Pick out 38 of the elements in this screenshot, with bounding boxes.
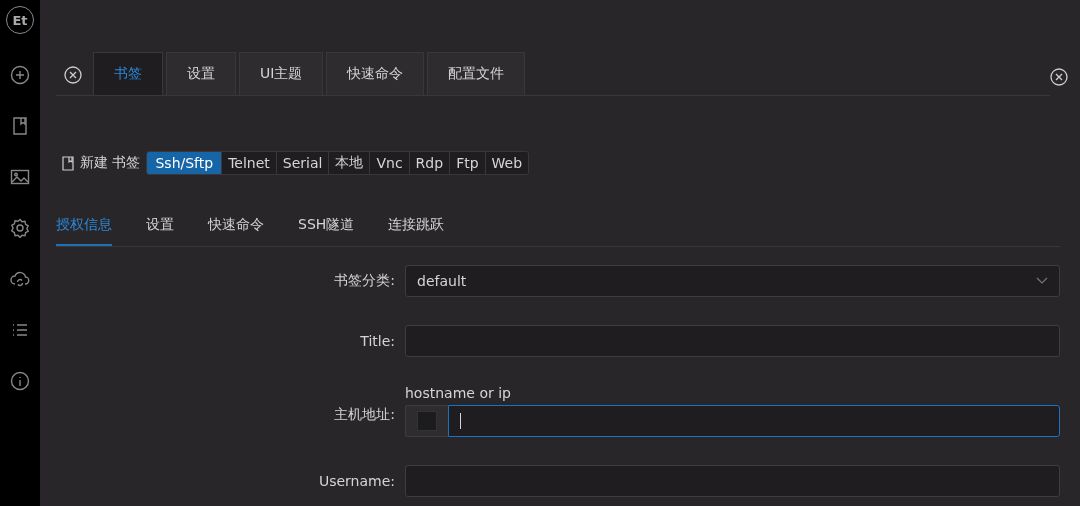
sub-tab[interactable]: SSH隧道 — [298, 205, 355, 246]
type-button[interactable]: Ssh/Sftp — [147, 152, 222, 174]
sub-tab[interactable]: 授权信息 — [56, 205, 112, 246]
field-label: Username: — [317, 473, 396, 489]
add-icon[interactable] — [10, 65, 30, 85]
sub-tab[interactable]: 设置 — [146, 205, 174, 246]
input-field[interactable] — [405, 465, 1060, 497]
input-field[interactable] — [448, 405, 1060, 437]
type-button[interactable]: Serial — [275, 152, 329, 174]
type-button[interactable]: Web — [484, 152, 529, 174]
sub-tab[interactable]: 快速命令 — [208, 205, 264, 246]
input-field[interactable] — [405, 325, 1060, 357]
cloud-sync-icon[interactable] — [10, 269, 30, 289]
type-button[interactable]: Ftp — [449, 152, 485, 174]
close-icon[interactable] — [64, 66, 82, 84]
category-select[interactable]: default — [405, 265, 1060, 297]
settings-icon[interactable] — [10, 218, 30, 238]
chevron-down-icon — [1036, 277, 1048, 285]
image-icon[interactable] — [10, 167, 30, 187]
tab[interactable]: UI主题 — [239, 52, 324, 95]
tab[interactable]: 书签 — [93, 52, 163, 95]
info-icon[interactable] — [10, 371, 30, 391]
field-label: 书签分类: — [333, 272, 396, 290]
field-label: 主机地址: — [333, 405, 396, 424]
bookmark-icon[interactable] — [10, 116, 30, 136]
tab[interactable]: 配置文件 — [427, 52, 526, 95]
type-button[interactable]: 本地 — [328, 152, 370, 174]
type-button[interactable]: Vnc — [369, 152, 409, 174]
bookmark-icon — [62, 155, 74, 171]
field-label: Title: — [359, 333, 396, 349]
type-button[interactable]: Telnet — [221, 152, 276, 174]
type-button[interactable]: Rdp — [408, 152, 450, 174]
hint-text: hostname or ip — [405, 385, 512, 401]
new-bookmark-label: 新建 书签 — [80, 154, 141, 172]
tab[interactable]: 快速命令 — [326, 52, 425, 95]
close-icon[interactable] — [1050, 68, 1068, 86]
sub-tab[interactable]: 连接跳跃 — [388, 205, 445, 246]
tab[interactable]: 设置 — [166, 52, 236, 95]
